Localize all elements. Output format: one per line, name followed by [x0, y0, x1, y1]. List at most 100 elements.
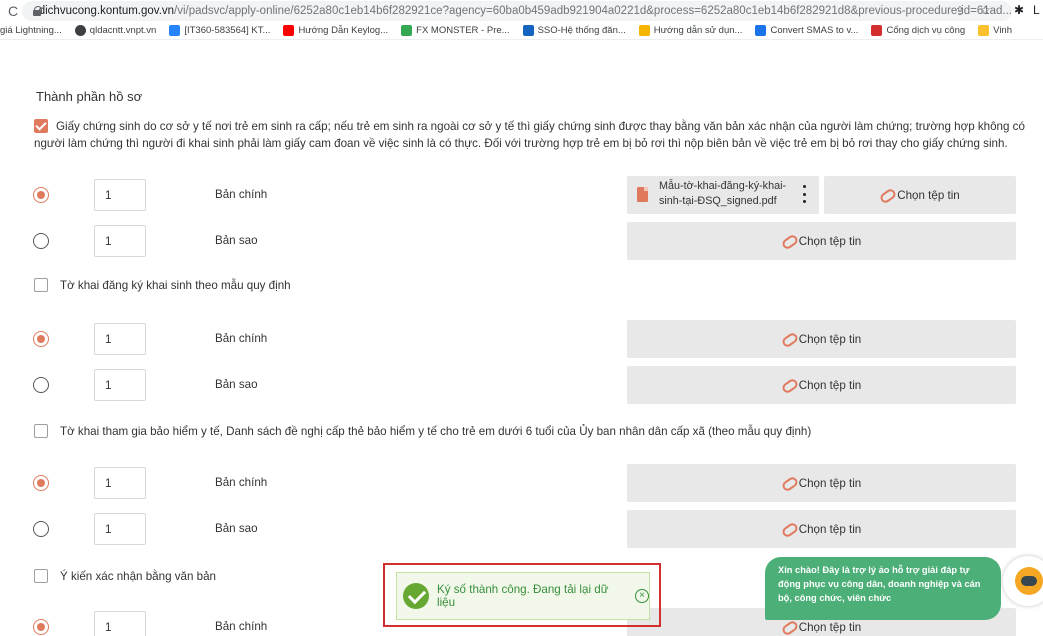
quantity-input[interactable]: 1 [94, 369, 146, 401]
choose-file-label: Chọn tệp tin [798, 476, 862, 490]
group-title: Ý kiến xác nhận bằng văn bản [60, 569, 216, 583]
bookmark-item[interactable]: Hướng dẫn sử dụn... [638, 25, 743, 36]
document-checkbox[interactable] [34, 424, 48, 438]
uploaded-file[interactable]: Mẫu-tờ-khai-đăng-ký-khai- sinh-tại-ĐSQ_s… [627, 176, 819, 214]
url-host: dichvucong.kontum.gov.vn [38, 5, 175, 17]
folder-icon [978, 25, 990, 36]
choose-file-button[interactable]: Chọn tệp tin [627, 510, 1016, 548]
paperclip-icon [782, 477, 796, 489]
reload-icon[interactable]: C [8, 3, 20, 19]
document-checkbox[interactable] [34, 119, 48, 133]
bookmark-label: [IT360-583564] KT... [184, 25, 271, 36]
site-icon [638, 25, 650, 36]
youtube-icon [283, 25, 295, 36]
bookmark-item[interactable]: Convert SMAS to v... [755, 25, 858, 36]
file-row: 1 Bản chính Chọn tệp tin [0, 320, 1043, 358]
bookmark-item[interactable]: Cổng dịch vụ công [871, 25, 965, 36]
toast-message: Ký số thành công. Đang tải lại dữ liệu [437, 583, 609, 609]
uploaded-file-name: Mẫu-tờ-khai-đăng-ký-khai- sinh-tại-ĐSQ_s… [659, 179, 789, 209]
paperclip-icon [782, 621, 796, 633]
quantity-input[interactable]: 1 [94, 513, 146, 545]
radio-option[interactable] [33, 187, 49, 203]
bookmark-item[interactable]: SSO-Hệ thống đăn... [522, 25, 626, 36]
extensions-icon[interactable]: ✱ [1014, 3, 1024, 17]
bookmark-label: Hướng dẫn sử dụn... [653, 25, 743, 36]
choose-file-label: Chọn tệp tin [798, 620, 862, 634]
sso-icon [522, 25, 534, 36]
paperclip-icon [782, 333, 796, 345]
globe-icon [74, 25, 86, 36]
paperclip-icon [782, 379, 796, 391]
file-row: 1 Bản chính Chọn tệp tin [0, 464, 1043, 502]
group-title: Tờ khai đăng ký khai sinh theo mẫu quy đ… [60, 278, 291, 292]
file-name-line1: Mẫu-tờ-khai-đăng-ký-khai- [659, 180, 787, 192]
file-row: 1 Bản chính Mẫu-tờ-khai-đăng-ký-khai- si… [0, 176, 1043, 214]
bookmarks-bar: giá Lightning... qldacntt.vnpt.vn [IT360-5… [0, 22, 1043, 40]
copy-type-label: Bản chính [215, 188, 268, 201]
section-title: Thành phần hồ sơ [36, 89, 143, 104]
choose-file-label: Chọn tệp tin [897, 188, 960, 202]
radio-option[interactable] [33, 521, 49, 537]
document-group: Ý kiến xác nhận bằng văn bản [34, 569, 216, 583]
radio-option[interactable] [33, 377, 49, 393]
file-name-line2: sinh-tại-ĐSQ_signed.pdf [659, 195, 777, 207]
drive-icon [401, 25, 413, 36]
copy-type-label: Bản sao [215, 234, 258, 247]
file-row: 1 Bản sao Chọn tệp tin [0, 510, 1043, 548]
chat-greeting-bubble[interactable]: Xin chào! Đây là trợ lý ảo hỗ trợ giải đ… [765, 557, 1001, 620]
choose-file-button[interactable]: Chọn tệp tin [824, 176, 1016, 214]
bookmark-item[interactable]: FX MONSTER - Pre... [401, 25, 510, 36]
radio-option[interactable] [33, 233, 49, 249]
profile-initial[interactable]: L [1033, 3, 1040, 17]
more-vert-icon[interactable] [803, 185, 807, 203]
quantity-input[interactable]: 1 [94, 179, 146, 211]
copy-type-label: Bản sao [215, 378, 258, 391]
check-circle-icon [403, 583, 429, 609]
choose-file-button[interactable]: Chọn tệp tin [627, 222, 1016, 260]
choose-file-label: Chọn tệp tin [798, 332, 862, 346]
choose-file-label: Chọn tệp tin [798, 522, 862, 536]
copy-type-label: Bản chính [215, 332, 268, 345]
quantity-input[interactable]: 1 [94, 323, 146, 355]
quantity-input[interactable]: 1 [94, 225, 146, 257]
file-row: 1 Bản sao Chọn tệp tin [0, 366, 1043, 404]
choose-file-label: Chọn tệp tin [798, 378, 862, 392]
lock-icon[interactable] [32, 6, 40, 16]
quantity-input[interactable]: 1 [94, 467, 146, 499]
copy-type-label: Bản chính [215, 620, 268, 633]
share-icon[interactable]: ⇪ [955, 4, 965, 18]
url-path: /vi/padsvc/apply-online/6252a80c1eb14b6f… [174, 5, 1012, 17]
document-group: Tờ khai đăng ký khai sinh theo mẫu quy đ… [34, 278, 291, 292]
copy-type-label: Bản sao [215, 522, 258, 535]
address-bar[interactable]: dichvucong.kontum.gov.vn/vi/padsvc/apply… [22, 1, 1012, 21]
bookmark-item[interactable]: [IT360-583564] KT... [169, 25, 270, 36]
paperclip-icon [880, 189, 894, 201]
close-icon[interactable]: × [635, 589, 649, 603]
group-title: Tờ khai tham gia bảo hiểm y tế, Danh sác… [60, 424, 812, 438]
document-checkbox[interactable] [34, 278, 48, 292]
choose-file-button[interactable]: Chọn tệp tin [627, 464, 1016, 502]
bookmark-label: Convert SMAS to v... [770, 25, 859, 36]
chatbot-launcher[interactable] [1003, 556, 1043, 606]
document-checkbox[interactable] [34, 569, 48, 583]
chatbot-avatar-icon [1015, 567, 1043, 595]
bookmark-item[interactable]: qldacntt.vnpt.vn [74, 25, 156, 36]
radio-option[interactable] [33, 619, 49, 635]
sheets-icon [755, 25, 767, 36]
jira-icon [169, 25, 181, 36]
emblem-icon [871, 25, 883, 36]
description-text: Giấy chứng sinh do cơ sở y tế nơi trẻ em… [34, 120, 1025, 150]
document-description: Giấy chứng sinh do cơ sở y tế nơi trẻ em… [34, 118, 1029, 152]
bookmark-item[interactable]: giá Lightning... [0, 25, 62, 36]
bookmark-item[interactable]: Hướng Dẫn Keylog... [283, 25, 388, 36]
radio-option[interactable] [33, 331, 49, 347]
paperclip-icon [782, 523, 796, 535]
choose-file-button[interactable]: Chọn tệp tin [627, 366, 1016, 404]
radio-option[interactable] [33, 475, 49, 491]
star-icon[interactable]: ☆ [980, 3, 991, 17]
bookmark-label: SSO-Hệ thống đăn... [537, 25, 626, 36]
bookmark-item[interactable]: Vinh [978, 25, 1012, 36]
choose-file-button[interactable]: Chọn tệp tin [627, 320, 1016, 358]
quantity-input[interactable]: 1 [94, 611, 146, 636]
choose-file-label: Chọn tệp tin [798, 234, 862, 248]
